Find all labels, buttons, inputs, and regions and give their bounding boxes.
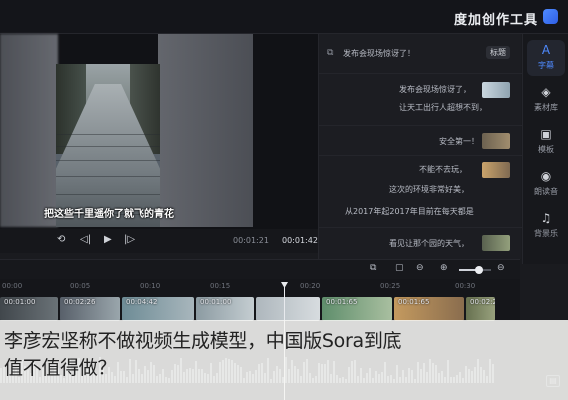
title-tag: 标题 bbox=[486, 46, 510, 59]
caption-segment[interactable]: 发布会现场惊讶了， 让天工出行人超想不到， bbox=[319, 74, 522, 126]
zoom-in-icon[interactable]: ⊕ bbox=[440, 263, 448, 273]
rail-item-caption[interactable]: A 字幕 bbox=[527, 40, 565, 76]
caption-segment[interactable]: 看见让那个园的天气， bbox=[319, 228, 522, 259]
caption-segment[interactable]: 不能不去玩， 这次的环境非常好美， 从2017年起2017年目前在每天都是 bbox=[319, 156, 522, 228]
video-clip[interactable]: 00:01:65 bbox=[322, 297, 392, 321]
preview-blur-right bbox=[158, 34, 253, 227]
headline-line-1: 李彦宏坚称不做视频生成模型，中国版Sora到底 bbox=[4, 330, 402, 352]
preview-blur-left bbox=[0, 34, 58, 227]
timeline-ruler: 00:00 00:05 00:10 00:15 00:20 00:25 00:3… bbox=[2, 282, 476, 290]
next-frame-icon[interactable]: |▷ bbox=[124, 234, 135, 245]
article-headline: 李彦宏坚称不做视频生成模型，中国版Sora到底 值不值得做？ bbox=[0, 320, 568, 400]
video-clip[interactable] bbox=[256, 297, 320, 321]
tool-rail: A 字幕 ◈ 素材库 ▣ 模板 ◉ 朗读音 ♫ 背景乐 bbox=[522, 34, 568, 264]
rail-item-voice[interactable]: ◉ 朗读音 bbox=[527, 166, 565, 202]
rail-item-music[interactable]: ♫ 背景乐 bbox=[527, 208, 565, 244]
app-window: 度加创作工具 把这些千里遥你了就飞的青花 ⟲ ◁| ▶ |▷ 00:01:21 … bbox=[0, 0, 568, 400]
zoom-slider[interactable] bbox=[459, 266, 491, 274]
zoom-out-icon[interactable]: ⊖ bbox=[416, 263, 424, 273]
copy-icon[interactable]: ⧉ bbox=[327, 48, 333, 58]
video-clip[interactable]: 00:01:65 bbox=[394, 297, 464, 321]
video-clip[interactable]: 00:01:00 bbox=[196, 297, 254, 321]
video-clip[interactable]: 00:02:27 bbox=[466, 297, 495, 321]
caption-segment[interactable]: ⧉ 发布会现场惊讶了！ 标题 bbox=[319, 34, 522, 74]
template-icon: ▣ bbox=[540, 127, 552, 141]
crop-icon[interactable]: ▢ bbox=[395, 263, 404, 273]
caption-icon: A bbox=[541, 43, 551, 57]
video-clip[interactable]: 00:01:00 bbox=[0, 297, 58, 321]
rail-item-library[interactable]: ◈ 素材库 bbox=[527, 82, 565, 118]
segment-thumbnail bbox=[482, 133, 510, 149]
video-clip[interactable]: 00:04:42 bbox=[122, 297, 194, 321]
video-frame bbox=[56, 64, 160, 227]
title-bar: 度加创作工具 bbox=[0, 0, 568, 34]
caption-panel: ⧉ 发布会现场惊讶了！ 标题 发布会现场惊讶了， 让天工出行人超想不到， 安全第… bbox=[318, 34, 522, 259]
segment-thumbnail bbox=[482, 162, 510, 178]
timeline-toolbar: ⧉ ▢ ⊖ ⊕ ⊖ bbox=[0, 259, 520, 279]
current-time: 00:01:42 bbox=[282, 236, 318, 245]
app-title: 度加创作工具 bbox=[453, 13, 538, 28]
headline-line-2: 值不值得做？ bbox=[4, 357, 117, 379]
segment-thumbnail bbox=[482, 235, 510, 251]
music-icon: ♫ bbox=[540, 211, 552, 225]
caption-segment[interactable]: 安全第一！ bbox=[319, 126, 522, 156]
playback-controls: ⟲ ◁| ▶ |▷ 00:01:21 00:01:42 bbox=[0, 229, 318, 253]
split-icon[interactable]: ⧉ bbox=[370, 263, 376, 273]
video-clip[interactable]: 00:02:26 bbox=[60, 297, 120, 321]
video-track: 00:01:00 00:02:26 00:04:42 00:01:00 00:0… bbox=[0, 297, 495, 321]
cube-icon: ◈ bbox=[541, 85, 551, 99]
fit-icon[interactable]: ⊖ bbox=[497, 263, 505, 273]
app-logo-icon bbox=[543, 9, 558, 24]
previous-frame-icon[interactable]: ◁| bbox=[80, 234, 91, 245]
loop-icon[interactable]: ⟲ bbox=[57, 234, 65, 245]
video-subtitle: 把这些千里遥你了就飞的青花 bbox=[44, 209, 174, 220]
segment-thumbnail bbox=[482, 82, 510, 98]
play-icon[interactable]: ▶ bbox=[104, 234, 112, 245]
rail-item-template[interactable]: ▣ 模板 bbox=[527, 124, 565, 160]
audio-icon: ◉ bbox=[540, 169, 552, 183]
total-time: 00:01:21 bbox=[233, 236, 269, 245]
